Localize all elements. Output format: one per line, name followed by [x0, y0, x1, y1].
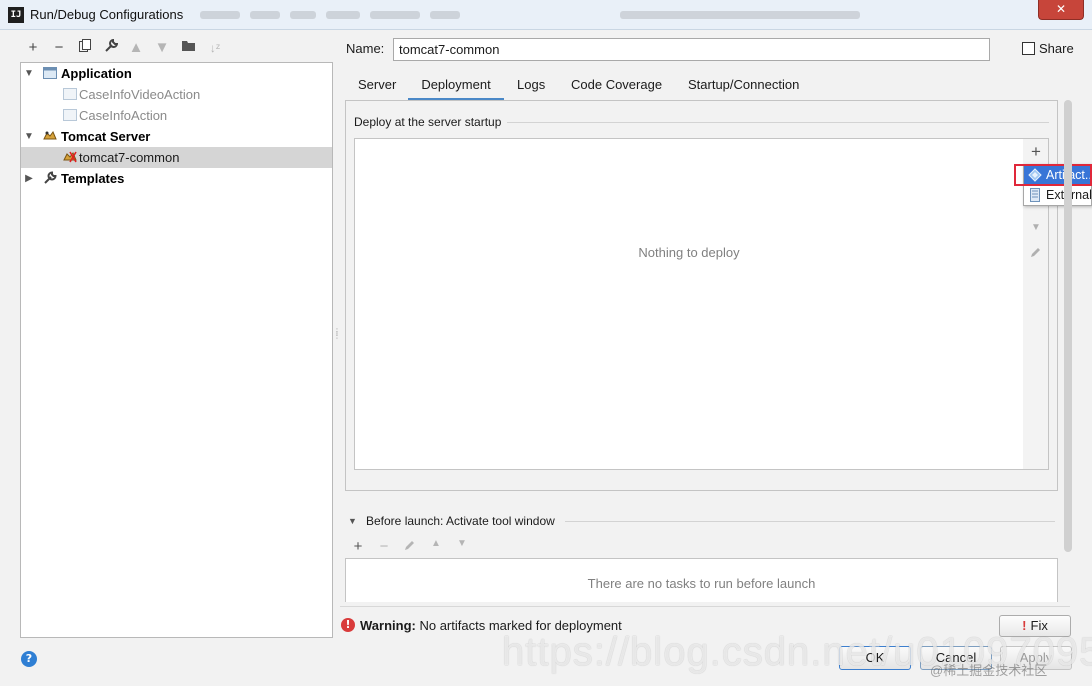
- move-down-icon: ▼: [154, 39, 170, 56]
- tree-item-caseinfoaction[interactable]: CaseInfoAction: [21, 105, 332, 126]
- pencil-icon: [400, 538, 420, 555]
- tree-item-label: tomcat7-common: [79, 150, 180, 165]
- tomcat-icon: [43, 131, 57, 140]
- group-divider: [565, 521, 1055, 522]
- add-icon[interactable]: +: [23, 38, 43, 58]
- wrench-icon: [44, 171, 57, 184]
- application-icon: [43, 67, 57, 79]
- collapse-arrow-icon[interactable]: ▶: [23, 168, 35, 189]
- move-down-icon: ▼: [457, 538, 467, 549]
- deploy-group-label: Deploy at the server startup: [354, 115, 502, 129]
- error-icon: !: [341, 618, 355, 632]
- watermark-site: @稀土掘金技术社区: [930, 663, 1048, 678]
- tree-group-tomcat-server[interactable]: ▼ Tomcat Server: [21, 126, 332, 147]
- annotation-highlight-box: [1014, 164, 1092, 186]
- expand-arrow-icon[interactable]: ▼: [23, 126, 35, 147]
- group-divider: [507, 122, 1049, 123]
- tab-deployment[interactable]: Deployment: [408, 75, 504, 101]
- warning-separator: [340, 606, 1070, 607]
- external-source-icon: [1030, 188, 1040, 202]
- tomcat-error-icon: [63, 151, 77, 163]
- background-window-blur: [200, 4, 1020, 26]
- deployment-empty-text: Nothing to deploy: [638, 245, 740, 260]
- deployment-list[interactable]: [354, 138, 1024, 470]
- help-icon[interactable]: ?: [21, 651, 37, 667]
- collapse-arrow-icon[interactable]: ▼: [348, 516, 357, 526]
- name-label: Name:: [346, 41, 385, 56]
- wrench-icon[interactable]: [101, 38, 121, 58]
- before-launch-empty-text: There are no tasks to run before launch: [587, 576, 816, 591]
- tree-item-tomcat7-common[interactable]: tomcat7-common: [21, 147, 332, 168]
- warning-bold-label: Warning:: [360, 618, 416, 633]
- name-input[interactable]: tomcat7-common: [393, 38, 990, 61]
- window-title: Run/Debug Configurations: [30, 7, 184, 22]
- pencil-icon: [1023, 246, 1049, 261]
- move-down-icon: ▼: [1031, 222, 1041, 233]
- application-config-icon: [63, 109, 77, 121]
- tree-group-templates[interactable]: ▶ Templates: [21, 168, 332, 189]
- add-artifact-icon[interactable]: +: [1023, 142, 1049, 162]
- tree-item-label: CaseInfoVideoAction: [79, 87, 201, 102]
- tab-logs[interactable]: Logs: [515, 75, 547, 101]
- move-up-icon: ▲: [431, 538, 441, 549]
- tree-item-label: CaseInfoAction: [79, 108, 168, 123]
- remove-icon[interactable]: −: [49, 38, 69, 58]
- tree-item-caseinfovideoaction[interactable]: CaseInfoVideoAction: [21, 84, 332, 105]
- remove-task-icon: −: [379, 538, 389, 555]
- close-window-button[interactable]: ✕: [1038, 0, 1084, 20]
- configuration-tree[interactable]: ▼ Application CaseInfoVideoAction CaseIn…: [20, 62, 333, 638]
- share-label[interactable]: Share: [1039, 41, 1074, 56]
- copy-icon[interactable]: [75, 38, 95, 58]
- before-launch-label[interactable]: Before launch: Activate tool window: [366, 514, 555, 528]
- tab-code-coverage[interactable]: Code Coverage: [569, 75, 664, 101]
- tree-group-label: Tomcat Server: [61, 129, 151, 144]
- share-checkbox[interactable]: [1022, 42, 1035, 55]
- application-config-icon: [63, 88, 77, 100]
- vertical-scrollbar[interactable]: [1064, 100, 1072, 552]
- tree-group-application[interactable]: ▼ Application: [21, 63, 332, 84]
- tab-server[interactable]: Server: [356, 75, 398, 101]
- tab-startup-connection[interactable]: Startup/Connection: [686, 75, 801, 101]
- splitter-handle[interactable]: ⋮ ⋮: [333, 328, 341, 344]
- expand-arrow-icon[interactable]: ▼: [23, 63, 35, 84]
- tree-group-label: Templates: [61, 171, 125, 186]
- folder-icon[interactable]: [179, 38, 199, 58]
- sort-icon: ↓ᶻ: [209, 41, 221, 55]
- add-task-icon[interactable]: +: [348, 538, 368, 555]
- popup-item-external-source[interactable]: External Source...: [1024, 185, 1092, 205]
- move-up-icon: ▲: [128, 39, 144, 56]
- tree-group-label: Application: [61, 66, 132, 81]
- intellij-app-icon: IJ: [8, 7, 24, 23]
